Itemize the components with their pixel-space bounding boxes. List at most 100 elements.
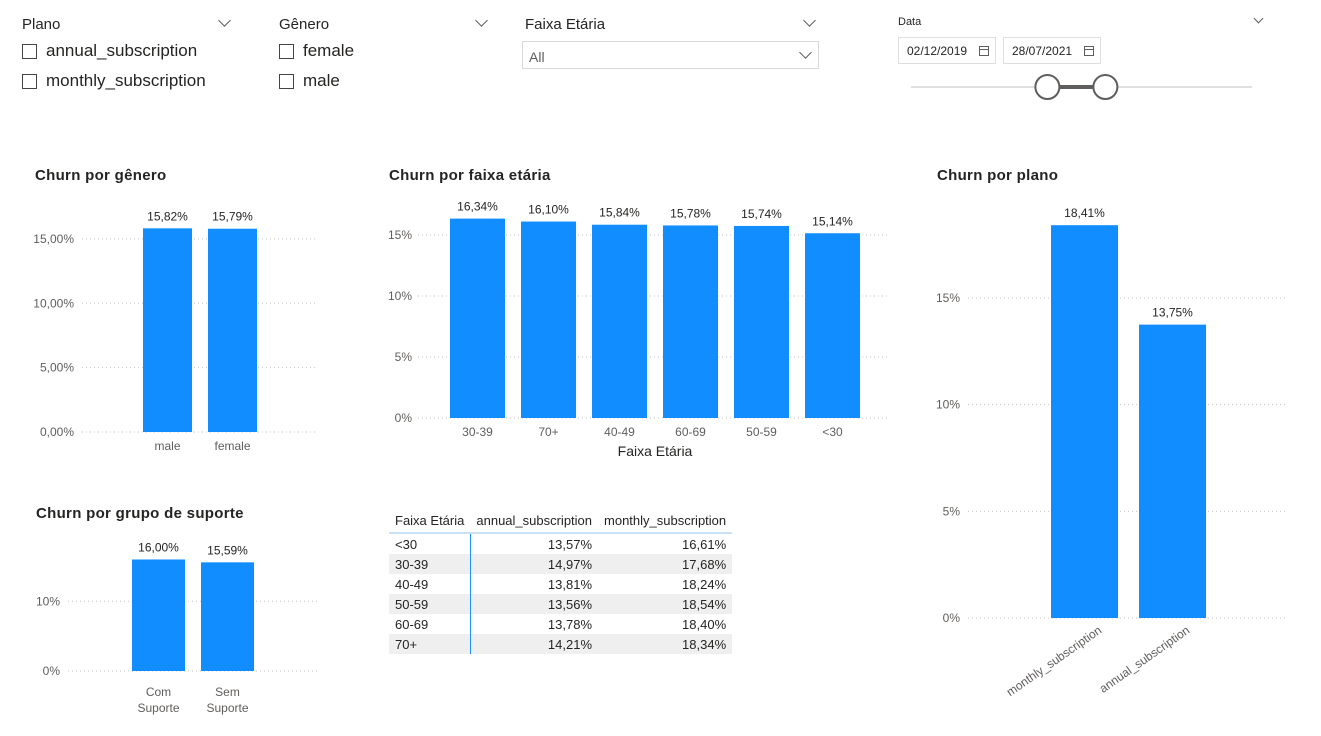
table-cell: 18,34% (598, 634, 733, 654)
date-range-slider[interactable] (905, 72, 1260, 102)
bar (143, 228, 192, 432)
y-tick-label: 5% (943, 504, 961, 518)
slider-start-handle[interactable] (1034, 74, 1061, 100)
table-cell: 18,40% (682, 616, 727, 632)
table-cell: 13,78% (547, 616, 593, 632)
chart-genero: 0,00% 5,00% 10,00% 15,00% 15,82% male 15,79% fe… (33, 209, 315, 453)
table-row: <30 13,57% 16,61% (389, 533, 732, 554)
data-label: 13,75% (1152, 306, 1193, 320)
data-label: 15,59% (207, 543, 248, 557)
genero-option-male[interactable]: male (279, 71, 340, 91)
y-tick-label: 10,00% (33, 296, 74, 310)
bar (805, 233, 860, 418)
chevron-down-icon[interactable] (803, 14, 816, 27)
table-row: 40-49 13,81% 18,24% (389, 574, 732, 594)
chevron-down-icon[interactable] (218, 14, 231, 27)
table-cell: 13,81% (547, 576, 593, 592)
table-row: 50-59 13,56% 18,54% (389, 594, 733, 614)
data-label: 18,41% (1064, 206, 1105, 220)
y-tick-label: 5% (395, 350, 413, 364)
checkbox[interactable] (22, 43, 37, 59)
x-tick-label: Com (146, 685, 171, 699)
checkbox[interactable] (22, 73, 37, 89)
table-header-row: Faixa Etária annual_subscription monthly… (389, 508, 733, 533)
column-header-annual[interactable]: annual_subscription (470, 508, 598, 533)
slider-end-handle[interactable] (1092, 74, 1119, 100)
table-cell: 14,97% (470, 554, 599, 574)
table-cell: 13,56% (470, 594, 599, 614)
chevron-down-icon[interactable] (1253, 13, 1264, 24)
chart-title-plano: Churn por plano (937, 167, 1059, 184)
table-cell: 70+ (389, 634, 471, 654)
end-date-input[interactable]: 28/07/2021 (1003, 37, 1101, 64)
table-cell: 14,21% (470, 634, 599, 654)
data-label: 15,78% (670, 206, 711, 220)
column-header-faixa[interactable]: Faixa Etária (389, 508, 470, 533)
chart-plano: 0% 5% 10% 15% 18,41% monthly_subscription 13,7… (936, 206, 1288, 699)
table-cell: 60-69 (389, 614, 471, 634)
bar (592, 224, 647, 418)
checkbox[interactable] (279, 73, 294, 89)
bar (201, 562, 254, 671)
chart-suporte: 0% 10% 16,00% Com Suporte 15,59% Sem Suporte (36, 540, 318, 715)
faixa-slicer-title: Faixa Etária (525, 16, 606, 33)
table-cell: 30-39 (389, 554, 471, 574)
table-cell: 40-49 (389, 574, 471, 594)
bar (663, 225, 718, 418)
chart-title-suporte: Churn por grupo de suporte (36, 505, 244, 522)
chart-title-genero: Churn por gênero (35, 167, 167, 184)
calendar-icon[interactable] (979, 46, 989, 56)
table-row: 30-39 14,97% 17,68% (389, 554, 733, 574)
option-label: annual_subscription (46, 41, 198, 60)
x-tick-label: 50-59 (746, 425, 777, 439)
start-date-value: 02/12/2019 (907, 43, 968, 58)
data-label: 15,14% (812, 214, 853, 228)
option-label: female (303, 41, 355, 60)
x-tick-label: annual_subscription (1097, 623, 1192, 696)
data-label: 15,74% (741, 207, 782, 221)
checkbox[interactable] (279, 43, 294, 59)
plano-option-annual[interactable]: annual_subscription (22, 41, 197, 61)
bar (208, 228, 257, 432)
data-label: 16,00% (138, 540, 179, 554)
y-tick-label: 0% (43, 664, 61, 678)
x-tick-label: Sem (215, 685, 240, 699)
bar (132, 559, 185, 671)
dropdown-value: All (529, 49, 545, 65)
bar (450, 218, 505, 418)
table-row: 60-69 13,78% 18,40% (389, 614, 732, 634)
bar (1139, 324, 1206, 618)
start-date-input[interactable]: 02/12/2019 (898, 37, 996, 64)
y-tick-label: 0% (395, 411, 413, 425)
x-tick-label: male (154, 439, 180, 453)
x-tick-label: 30-39 (462, 425, 493, 439)
option-label: monthly_subscription (46, 71, 206, 90)
y-tick-label: 15% (388, 228, 412, 242)
y-tick-label: 15% (936, 291, 960, 305)
plano-option-monthly[interactable]: monthly_subscription (22, 71, 206, 91)
data-slicer-title: Data (898, 16, 922, 28)
column-header-monthly[interactable]: monthly_subscription (598, 508, 732, 533)
chart-faixa-etaria: 0% 5% 10% 15% 16,34% 30-39 16,10% 70+ 15,84% 40-4… (388, 200, 890, 459)
data-label: 15,79% (212, 210, 253, 224)
calendar-icon[interactable] (1084, 46, 1094, 56)
x-tick-label: Suporte (137, 701, 179, 715)
x-tick-label: Suporte (206, 701, 248, 715)
table-cell: <30 (389, 533, 471, 554)
y-tick-label: 15,00% (33, 232, 74, 246)
table-cell: 16,61% (682, 536, 727, 552)
x-tick-label: monthly_subscription (1004, 623, 1104, 699)
genero-option-female[interactable]: female (279, 41, 354, 61)
table-cell: 18,24% (682, 576, 727, 592)
end-date-value: 28/07/2021 (1012, 43, 1073, 58)
table-cell: 13,57% (547, 536, 593, 552)
chevron-down-icon[interactable] (475, 14, 488, 27)
x-tick-label: 40-49 (604, 425, 635, 439)
bar (521, 221, 576, 418)
data-label: 16,34% (457, 200, 498, 214)
bar (734, 225, 789, 418)
x-axis-title: Faixa Etária (618, 443, 693, 459)
bar (1051, 225, 1118, 619)
faixa-etaria-dropdown[interactable]: All (522, 41, 819, 69)
data-label: 15,82% (147, 209, 188, 223)
